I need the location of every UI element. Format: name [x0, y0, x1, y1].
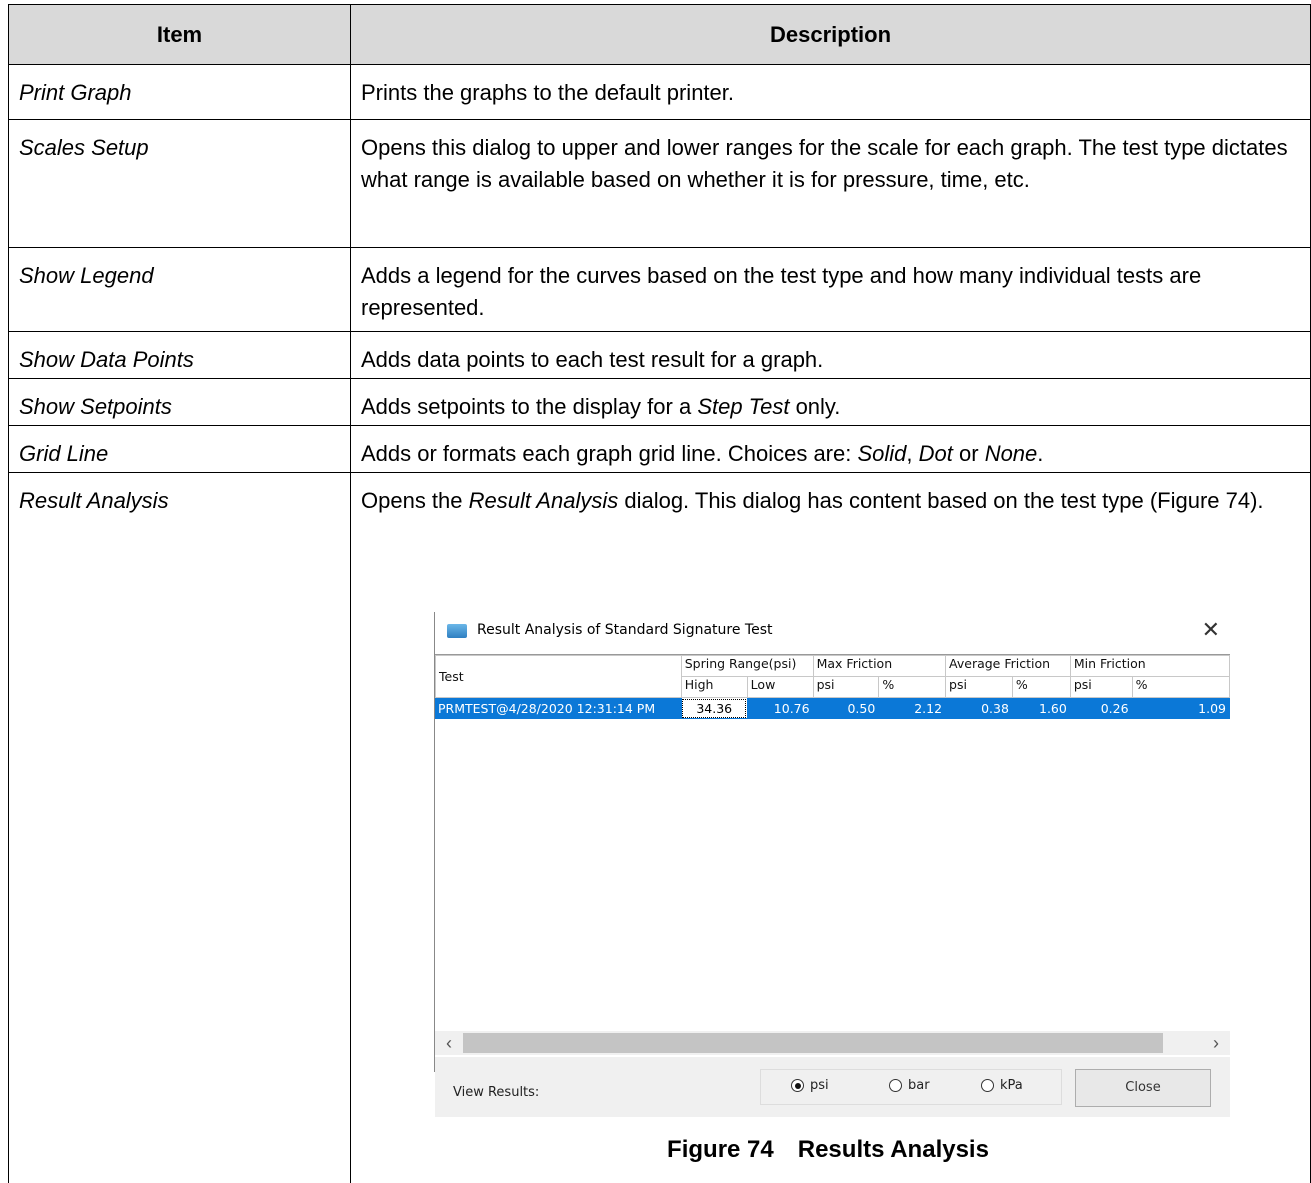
dialog-footer: View Results: psi bar kPa Close	[435, 1057, 1230, 1117]
sub-header[interactable]: %	[1011, 676, 1071, 698]
description-text: Opens the Result Analysis dialog. This d…	[361, 488, 1264, 513]
dialog-titlebar: Result Analysis of Standard Signature Te…	[435, 612, 1230, 650]
col-header-min-friction[interactable]: Min Friction	[1069, 655, 1230, 677]
close-button[interactable]: Close	[1075, 1069, 1211, 1107]
grid-header-row: Test Spring Range(psi) Max Friction Aver…	[435, 655, 1230, 698]
col-header-average-friction[interactable]: Average Friction	[945, 655, 1071, 677]
description-cell: Adds setpoints to the display for a Step…	[350, 378, 1311, 426]
value-cell[interactable]: 2.12	[878, 697, 947, 719]
sub-header[interactable]: psi	[812, 676, 880, 698]
figure-title: Results Analysis	[797, 1136, 989, 1163]
description-cell: Adds data points to each test result for…	[350, 331, 1311, 379]
sub-header[interactable]: psi	[1069, 676, 1133, 698]
description-text: Adds data points to each test result for…	[361, 347, 824, 372]
view-results-label: View Results:	[453, 1085, 540, 1100]
scroll-right-icon[interactable]: ›	[1206, 1033, 1226, 1053]
description-cell: Adds a legend for the curves based on th…	[350, 247, 1311, 332]
sub-header[interactable]: %	[1131, 676, 1230, 698]
figure-caption: Figure 74 Results Analysis	[354, 1136, 1302, 1164]
description-text: Prints the graphs to the default printer…	[361, 80, 735, 105]
item-show-data-points: Show Data Points	[8, 331, 351, 379]
table-row: Show Setpoints Adds setpoints to the dis…	[8, 378, 1311, 426]
description-cell: Adds or formats each graph grid line. Ch…	[350, 425, 1311, 473]
item-grid-line: Grid Line	[8, 425, 351, 473]
value-cell[interactable]: 10.76	[746, 697, 814, 719]
unit-radio-group: psi bar kPa	[760, 1069, 1062, 1105]
radio-kpa[interactable]: kPa	[981, 1078, 1023, 1093]
item-scales-setup: Scales Setup	[8, 119, 351, 248]
scroll-thumb[interactable]	[463, 1033, 1163, 1053]
header-description: Description	[350, 4, 1311, 65]
header-item: Item	[8, 4, 351, 65]
sub-header[interactable]: Low	[746, 676, 814, 698]
col-header-spring-range[interactable]: Spring Range(psi)	[680, 655, 814, 677]
sub-header[interactable]: High	[680, 676, 748, 698]
table-row: Grid Line Adds or formats each graph gri…	[8, 425, 1311, 473]
description-text: Adds a legend for the curves based on th…	[361, 263, 1202, 320]
test-name-cell[interactable]: PRMTEST@4/28/2020 12:31:14 PM	[435, 697, 682, 719]
radio-selected-icon[interactable]	[791, 1079, 804, 1092]
radio-bar[interactable]: bar	[889, 1078, 930, 1093]
table-row: Print Graph Prints the graphs to the def…	[8, 64, 1311, 120]
close-icon[interactable]: ✕	[1202, 617, 1220, 643]
result-analysis-dialog: Result Analysis of Standard Signature Te…	[434, 612, 1230, 1117]
description-text: Adds or formats each graph grid line. Ch…	[361, 441, 1044, 466]
radio-label: bar	[908, 1078, 930, 1093]
value-cell[interactable]: 0.38	[945, 697, 1013, 719]
table-row[interactable]: PRMTEST@4/28/2020 12:31:14 PM 34.36 10.7…	[435, 697, 1230, 719]
radio-empty-icon[interactable]	[889, 1079, 902, 1092]
value-cell[interactable]: 0.26	[1069, 697, 1133, 719]
results-grid-table: Test Spring Range(psi) Max Friction Aver…	[435, 655, 1230, 719]
description-text: Opens this dialog to upper and lower ran…	[361, 135, 1288, 192]
description-cell: Prints the graphs to the default printer…	[350, 64, 1311, 120]
item-show-setpoints: Show Setpoints	[8, 378, 351, 426]
scroll-left-icon[interactable]: ‹	[439, 1033, 459, 1053]
value-cell[interactable]: 1.09	[1131, 697, 1230, 719]
item-show-legend: Show Legend	[8, 247, 351, 332]
radio-label: psi	[810, 1078, 829, 1093]
value-cell[interactable]: 34.36	[680, 697, 748, 719]
table-row: Scales Setup Opens this dialog to upper …	[8, 119, 1311, 248]
results-grid: Test Spring Range(psi) Max Friction Aver…	[435, 654, 1230, 1046]
sub-header[interactable]: %	[878, 676, 947, 698]
table-row: Show Data Points Adds data points to eac…	[8, 331, 1311, 379]
description-cell: Opens this dialog to upper and lower ran…	[350, 119, 1311, 248]
sub-header[interactable]: psi	[945, 676, 1013, 698]
value-cell[interactable]: 1.60	[1011, 697, 1071, 719]
radio-empty-icon[interactable]	[981, 1079, 994, 1092]
item-print-graph: Print Graph	[8, 64, 351, 120]
item-result-analysis: Result Analysis	[8, 472, 351, 1183]
figure-number: Figure 74	[667, 1136, 774, 1163]
radio-label: kPa	[1000, 1078, 1023, 1093]
radio-psi[interactable]: psi	[791, 1078, 829, 1093]
table-header-row: Item Description	[8, 4, 1311, 65]
app-icon	[447, 624, 467, 638]
dialog-title: Result Analysis of Standard Signature Te…	[477, 622, 773, 638]
table-row: Show Legend Adds a legend for the curves…	[8, 247, 1311, 332]
col-header-max-friction[interactable]: Max Friction	[812, 655, 947, 677]
col-header-test[interactable]: Test	[435, 655, 682, 698]
description-text: Adds setpoints to the display for a Step…	[361, 394, 841, 419]
horizontal-scrollbar[interactable]: ‹ ›	[435, 1031, 1230, 1055]
value-cell[interactable]: 0.50	[812, 697, 880, 719]
